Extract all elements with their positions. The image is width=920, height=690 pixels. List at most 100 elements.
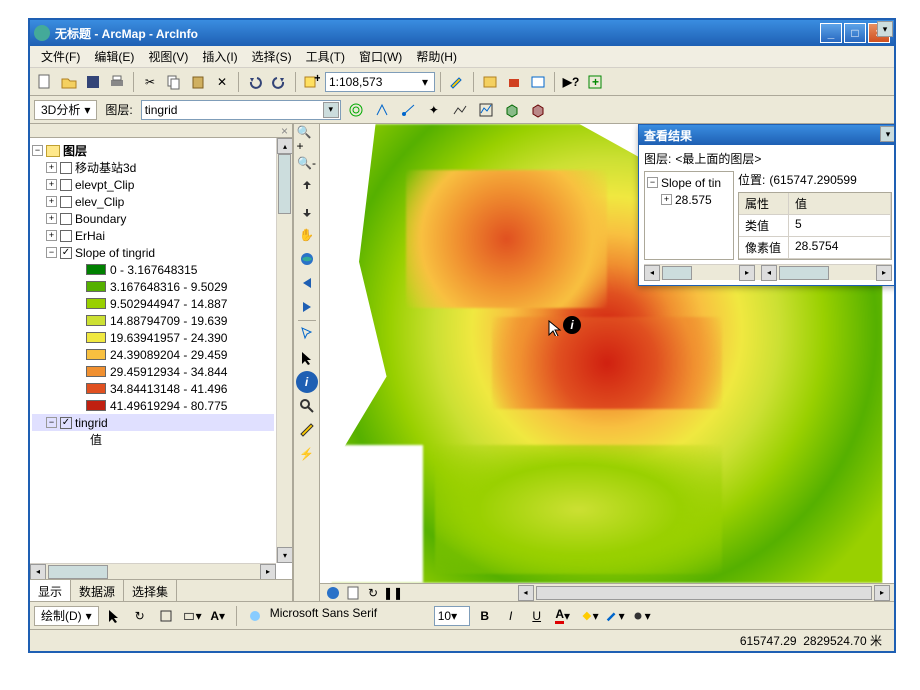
scale-combo[interactable]: 1:108,573▾: [325, 72, 435, 92]
add-data-icon[interactable]: +: [301, 71, 323, 93]
checkbox[interactable]: [60, 230, 72, 242]
layout-view-icon[interactable]: [344, 585, 362, 601]
redo-icon[interactable]: [268, 71, 290, 93]
chevron-down-icon[interactable]: ▾: [323, 102, 339, 118]
undo-icon[interactable]: [244, 71, 266, 93]
profile-graph-icon[interactable]: [475, 99, 497, 121]
line-of-sight-icon[interactable]: [397, 99, 419, 121]
map-canvas[interactable]: i 查看结果× 图层: <最上面的图层>▾ −Slope of tin +28.…: [320, 124, 894, 583]
hyperlink-icon[interactable]: ⚡: [296, 443, 318, 465]
results-tree[interactable]: −Slope of tin +28.575: [644, 171, 734, 260]
3d-analysis-menu[interactable]: 3D分析▾: [34, 100, 97, 120]
open-icon[interactable]: [58, 71, 80, 93]
layer-item[interactable]: 移动基站3d: [75, 159, 136, 176]
checkbox-checked[interactable]: [60, 247, 72, 259]
chevron-down-icon[interactable]: ▾: [880, 126, 894, 142]
save-icon[interactable]: [82, 71, 104, 93]
results-titlebar[interactable]: 查看结果×: [639, 125, 894, 145]
layer-item[interactable]: elevpt_Clip: [75, 178, 134, 192]
checkbox[interactable]: [60, 213, 72, 225]
fill-color-icon[interactable]: ▾: [578, 605, 600, 627]
chevron-down-icon[interactable]: ▾: [419, 75, 431, 89]
interpolate-line-icon[interactable]: [449, 99, 471, 121]
checkbox-checked[interactable]: [60, 417, 72, 429]
select-features-icon[interactable]: [296, 347, 318, 369]
print-icon[interactable]: [106, 71, 128, 93]
toc-tab-source[interactable]: 数据源: [71, 580, 124, 601]
whats-this-icon[interactable]: ▶?: [560, 71, 582, 93]
next-extent-icon[interactable]: [296, 296, 318, 318]
expand-icon[interactable]: +: [46, 213, 57, 224]
zoom-out-icon[interactable]: 🔍-: [296, 152, 318, 174]
draw-menu[interactable]: 绘制(D)▾: [34, 606, 99, 626]
bold-icon[interactable]: B: [474, 605, 496, 627]
toc-tab-display[interactable]: 显示: [30, 580, 71, 601]
rotate-icon[interactable]: ↻: [129, 605, 151, 627]
identify-icon[interactable]: i: [296, 371, 318, 393]
command-line-icon[interactable]: [527, 71, 549, 93]
checkbox[interactable]: [60, 162, 72, 174]
steepest-path-icon[interactable]: [371, 99, 393, 121]
arccatalog-icon[interactable]: [479, 71, 501, 93]
arctoolbox-icon[interactable]: [503, 71, 525, 93]
chevron-down-icon[interactable]: ▾: [451, 609, 457, 623]
hscroll-right[interactable]: ▸: [874, 585, 890, 601]
full-extent-icon[interactable]: [296, 248, 318, 270]
results-layer-combo[interactable]: <最上面的图层>▾: [675, 150, 892, 167]
3d-tool-icon[interactable]: [501, 99, 523, 121]
collapse-icon[interactable]: −: [647, 177, 658, 188]
data-view-icon[interactable]: [324, 585, 342, 601]
font-size-combo[interactable]: 10▾: [434, 606, 470, 626]
interpolate-point-icon[interactable]: ✦: [423, 99, 445, 121]
checkbox[interactable]: [60, 179, 72, 191]
rectangle-tool-icon[interactable]: ▾: [181, 605, 203, 627]
toc-close-button[interactable]: ×: [30, 124, 292, 138]
maximize-button[interactable]: □: [844, 23, 866, 43]
add-tool-icon[interactable]: +: [584, 71, 606, 93]
line-color-icon[interactable]: ▾: [604, 605, 626, 627]
zoom-to-selected-icon[interactable]: [155, 605, 177, 627]
contour-icon[interactable]: [345, 99, 367, 121]
collapse-icon[interactable]: −: [46, 247, 57, 258]
menu-select[interactable]: 选择(S): [247, 46, 297, 67]
checkbox[interactable]: [60, 196, 72, 208]
menu-help[interactable]: 帮助(H): [411, 46, 462, 67]
menu-insert[interactable]: 插入(I): [197, 46, 242, 67]
menu-edit[interactable]: 编辑(E): [89, 46, 139, 67]
select-element-icon[interactable]: [103, 605, 125, 627]
delete-icon[interactable]: ✕: [211, 71, 233, 93]
chevron-down-icon[interactable]: ▾: [877, 21, 893, 37]
select-elements-icon[interactable]: [296, 323, 318, 345]
font-color-icon[interactable]: A▾: [552, 605, 574, 627]
italic-icon[interactable]: I: [500, 605, 522, 627]
minimize-button[interactable]: _: [820, 23, 842, 43]
toc-hscroll[interactable]: ◂▸: [30, 563, 276, 579]
expand-icon[interactable]: +: [46, 179, 57, 190]
results-hscroll[interactable]: ◂▸◂▸: [644, 264, 892, 280]
layer-item[interactable]: Boundary: [75, 212, 126, 226]
layer-item[interactable]: Slope of tingrid: [75, 246, 155, 260]
menu-file[interactable]: 文件(F): [36, 46, 85, 67]
pause-icon[interactable]: ❚❚: [384, 585, 402, 601]
toc-root[interactable]: 图层: [63, 142, 87, 159]
layer-item[interactable]: ErHai: [75, 229, 105, 243]
menu-view[interactable]: 视图(V): [143, 46, 193, 67]
toc-vscroll[interactable]: ▴▾: [276, 138, 292, 563]
layer-item-selected[interactable]: tingrid: [75, 416, 108, 430]
new-icon[interactable]: [34, 71, 56, 93]
paste-icon[interactable]: [187, 71, 209, 93]
pan-icon[interactable]: ✋: [296, 224, 318, 246]
edit-vertices-icon[interactable]: [244, 605, 266, 627]
prev-extent-icon[interactable]: [296, 272, 318, 294]
expand-icon[interactable]: +: [661, 194, 672, 205]
expand-icon[interactable]: +: [46, 230, 57, 241]
text-tool-icon[interactable]: A▾: [207, 605, 229, 627]
fixed-zoom-in-icon[interactable]: [296, 176, 318, 198]
find-icon[interactable]: [296, 395, 318, 417]
expand-icon[interactable]: +: [46, 196, 57, 207]
zoom-in-icon[interactable]: 🔍+: [296, 128, 318, 150]
measure-icon[interactable]: [296, 419, 318, 441]
fixed-zoom-out-icon[interactable]: [296, 200, 318, 222]
refresh-icon[interactable]: ↻: [364, 585, 382, 601]
3d-tool2-icon[interactable]: [527, 99, 549, 121]
